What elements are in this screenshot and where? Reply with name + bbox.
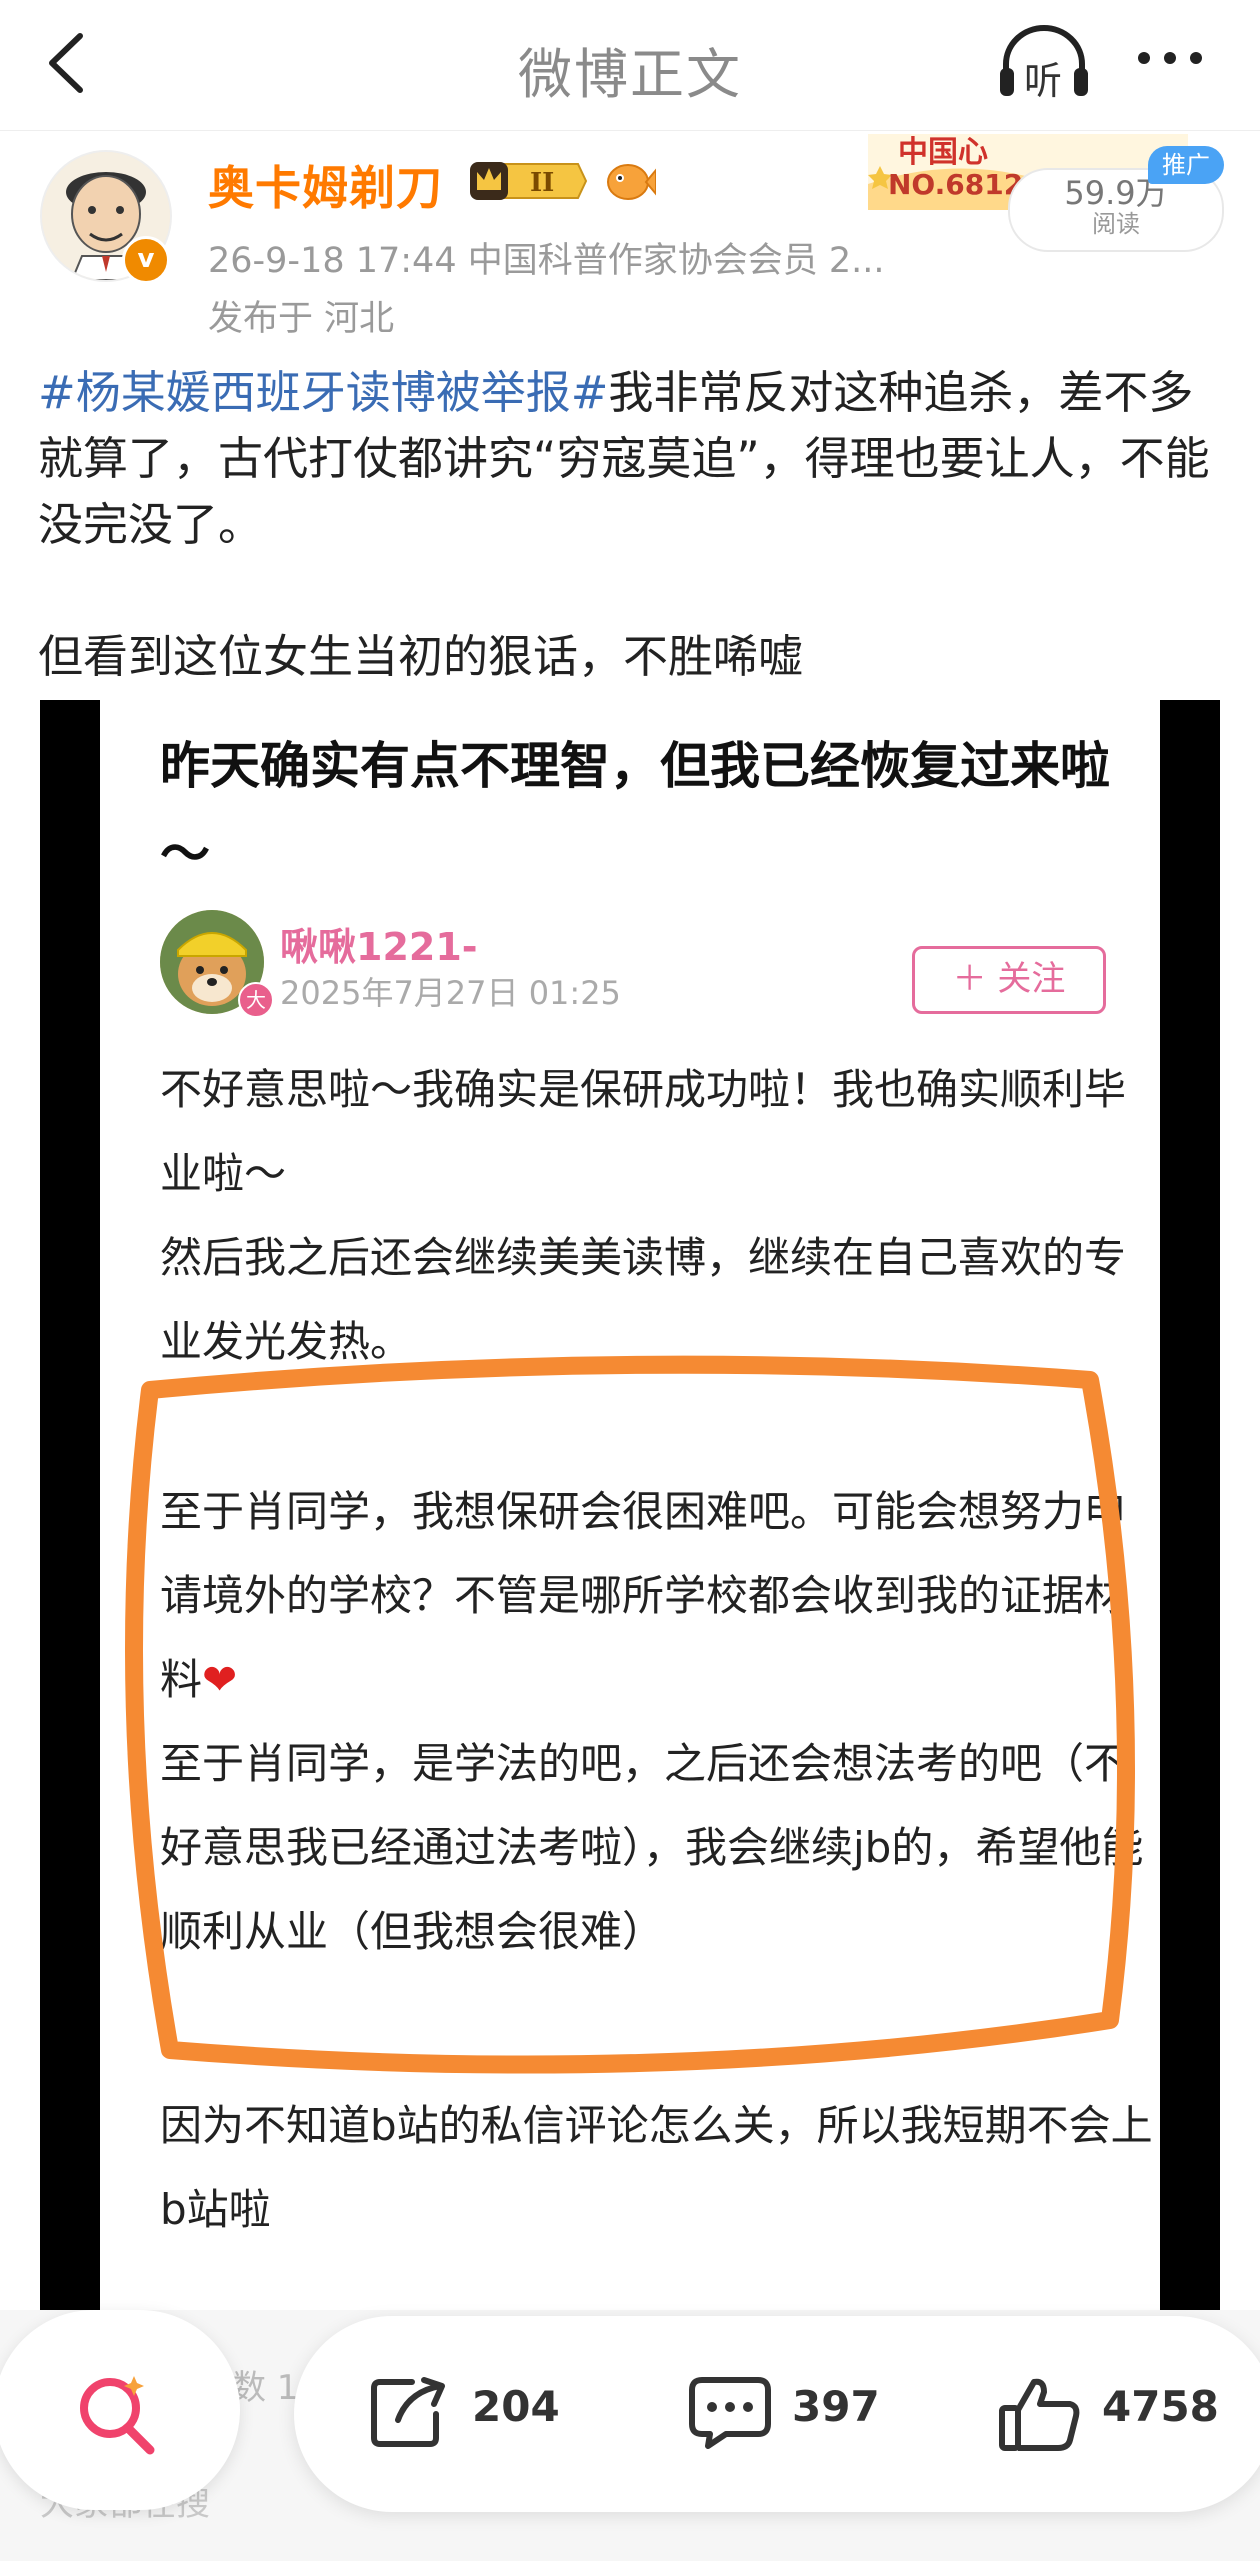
- share-icon: [371, 2377, 445, 2447]
- repost-button[interactable]: 204: [368, 2364, 568, 2460]
- thumbs-up-icon: [999, 2378, 1080, 2451]
- more-options-button[interactable]: [1130, 28, 1210, 88]
- view-count-label: 阅读: [1092, 210, 1140, 238]
- verified-badge: v: [122, 236, 170, 284]
- screenshot-timestamp: 2025年7月27日 01:25: [280, 974, 621, 1012]
- listen-label: 听: [1024, 59, 1063, 103]
- level-badge: II: [468, 158, 588, 204]
- post-body: #杨某媛西班牙读博被举报#我非常反对这种追杀，差不多就算了，古代打仗都讲究“穷寇…: [38, 360, 1228, 690]
- screenshot-paragraph: 因为不知道b站的私信评论怎么关，所以我短期不会上b站啦: [160, 2101, 1153, 2234]
- more-dots-icon: [1138, 52, 1202, 64]
- search-icon: [80, 2376, 155, 2455]
- comment-count: 397: [792, 2382, 880, 2431]
- screenshot-title: 昨天确实有点不理智，但我已经恢复过来啦～: [160, 737, 1110, 883]
- author-name[interactable]: 奥卡姆剃刀: [208, 152, 443, 218]
- fish-emblem-icon: [602, 156, 657, 206]
- like-button[interactable]: 4758: [998, 2364, 1238, 2460]
- screenshot-follow-button: ＋ 关注: [912, 946, 1106, 1014]
- promote-tag[interactable]: 推广: [1148, 146, 1224, 184]
- orange-highlight-circle: [125, 1355, 1135, 2074]
- top-nav-bar: 微博正文 听: [0, 0, 1260, 131]
- post-paragraph: #杨某媛西班牙读博被举报#我非常反对这种追杀，差不多就算了，古代打仗都讲究“穷寇…: [38, 360, 1228, 558]
- comment-bubble-icon: [689, 2377, 771, 2449]
- listen-button[interactable]: 听: [996, 22, 1092, 103]
- level-number: II: [530, 168, 554, 198]
- search-button[interactable]: [0, 2310, 240, 2510]
- repost-count: 204: [472, 2382, 560, 2431]
- screenshot-content: 昨天确实有点不理智，但我已经恢复过来啦～ 大 啾啾1221- 2025年7月27…: [100, 700, 1160, 2320]
- comment-button[interactable]: 397: [688, 2364, 888, 2460]
- crown-level-icon: II: [470, 162, 588, 200]
- post-image[interactable]: 昨天确实有点不理智，但我已经恢复过来啦～ 大 啾啾1221- 2025年7月27…: [40, 700, 1220, 2320]
- post-meta: 26-9-18 17:44 中国科普作家协会会员 2...: [208, 241, 885, 281]
- screenshot-user-badge: 大: [238, 982, 274, 1018]
- rank-banner-text: 中国心: [898, 135, 988, 170]
- post-location: 发布于 河北: [208, 299, 395, 339]
- hashtag-link[interactable]: #杨某媛西班牙读博被举报#: [38, 366, 608, 419]
- rank-number: NO.6812: [888, 168, 1024, 201]
- post-text-line: 但看到这位女生当初的狠话，不胜唏嘘: [38, 630, 804, 683]
- screenshot-paragraph: 不好意思啦～我确实是保研成功啦！我也确实顺利毕业啦～: [160, 1065, 1127, 1198]
- screenshot-username: 啾啾1221-: [280, 925, 478, 969]
- like-count: 4758: [1102, 2382, 1219, 2431]
